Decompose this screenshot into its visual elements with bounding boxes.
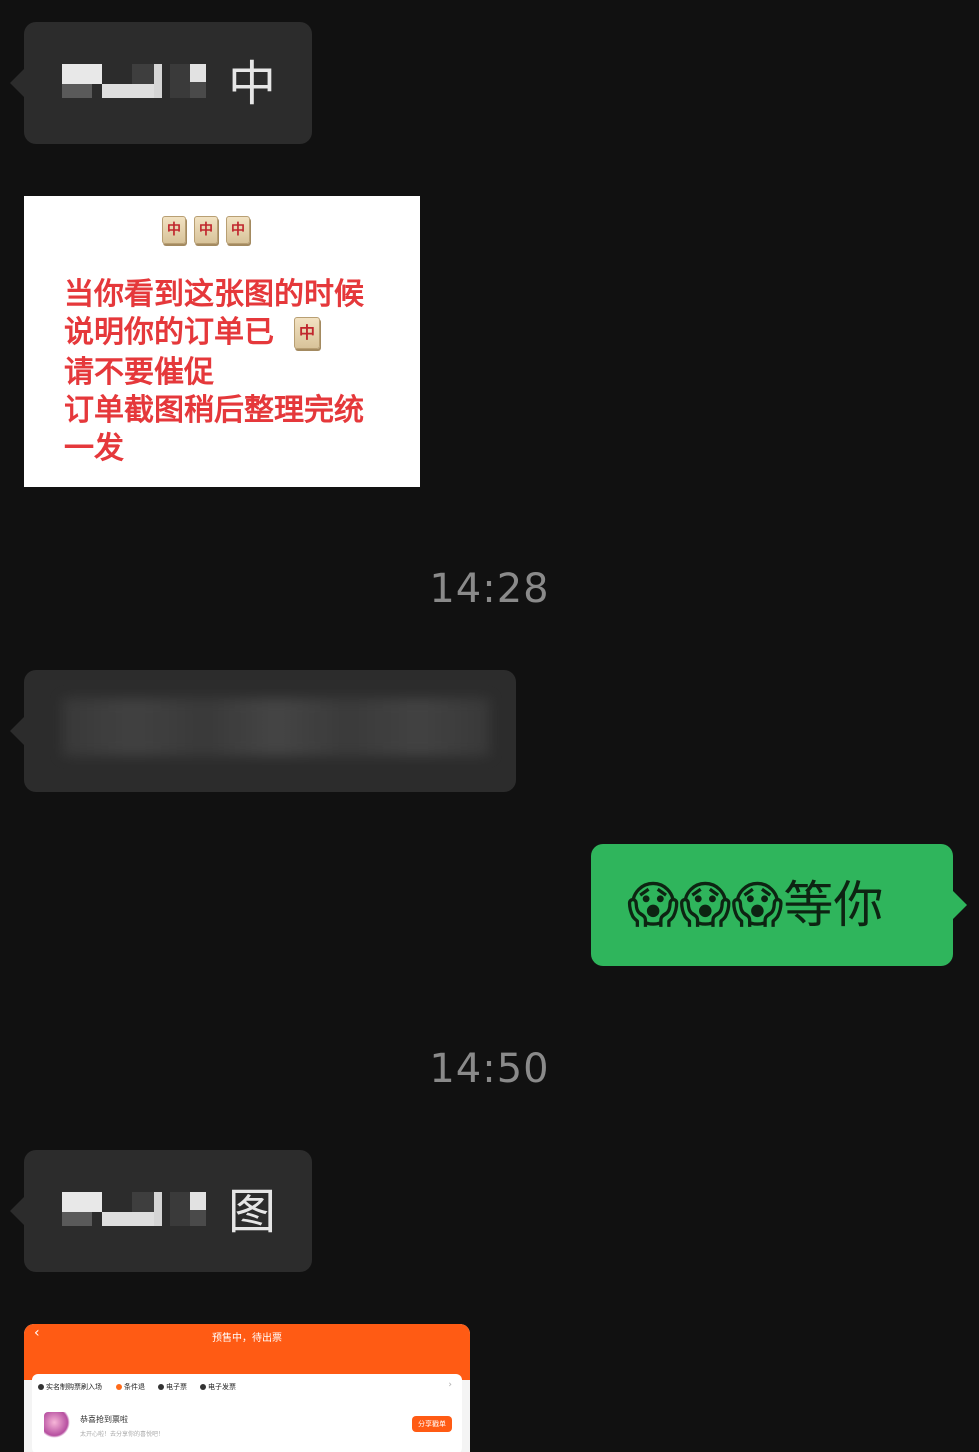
chevron-right-icon: › [448, 1380, 452, 1390]
poster-text-line: 请不要催促 [64, 355, 214, 390]
incoming-message-1[interactable]: 中 [10, 22, 312, 144]
image-message-order[interactable]: ‹ 预售中，待出票 实名制购票刷入场 条件退 电子票 电子发票 › 恭喜抢到票啦… [24, 1324, 470, 1452]
message-text: 中 [228, 56, 277, 112]
tag-item: 电子发票 [200, 1382, 236, 1392]
mahjong-tile-icon: 中 [162, 216, 186, 244]
order-status-title: 预售中，待出票 [212, 1333, 282, 1344]
order-header: ‹ 预售中，待出票 [24, 1324, 470, 1380]
outgoing-message[interactable]: 😱😱😱等你 [591, 844, 967, 966]
check-icon [116, 1384, 122, 1390]
mahjong-tile-icon: 中 [194, 216, 218, 244]
mahjong-tile-icon: 中 [226, 216, 250, 244]
tag-item: 电子票 [158, 1382, 187, 1392]
check-icon [200, 1384, 206, 1390]
message-text: 😱😱😱等你 [627, 876, 884, 934]
event-thumbnail [44, 1412, 70, 1438]
message-text: 图 [228, 1184, 277, 1240]
poster-text-line: 说明你的订单已 [64, 315, 274, 350]
poster-text-line: 一发 [64, 431, 124, 466]
mahjong-tile-icon: 中 [294, 317, 320, 349]
share-button: 分享戳单 [412, 1416, 452, 1432]
incoming-message-2[interactable]: 图 [10, 1150, 312, 1272]
tag-item: 条件退 [116, 1382, 145, 1392]
timestamp: 14:28 [429, 566, 550, 612]
order-submessage: 太开心啦！去分享你的喜悦吧！ [80, 1431, 165, 1438]
poster-text-line: 订单截图稍后整理完统 [64, 393, 364, 428]
image-message-poster[interactable]: 中 中 中 当你看到这张图的时候 说明你的订单已 中 请不要催促 订单截图稍后整… [24, 196, 420, 487]
check-icon [158, 1384, 164, 1390]
order-message: 恭喜抢到票啦 [80, 1415, 128, 1424]
blurred-text [62, 698, 490, 756]
order-card: 实名制购票刷入场 条件退 电子票 电子发票 › 恭喜抢到票啦 太开心啦！去分享你… [32, 1374, 462, 1452]
tag-item: 实名制购票刷入场 [38, 1382, 102, 1392]
timestamp: 14:50 [429, 1046, 550, 1092]
check-icon [38, 1384, 44, 1390]
poster-text-line: 当你看到这张图的时候 [64, 277, 364, 312]
